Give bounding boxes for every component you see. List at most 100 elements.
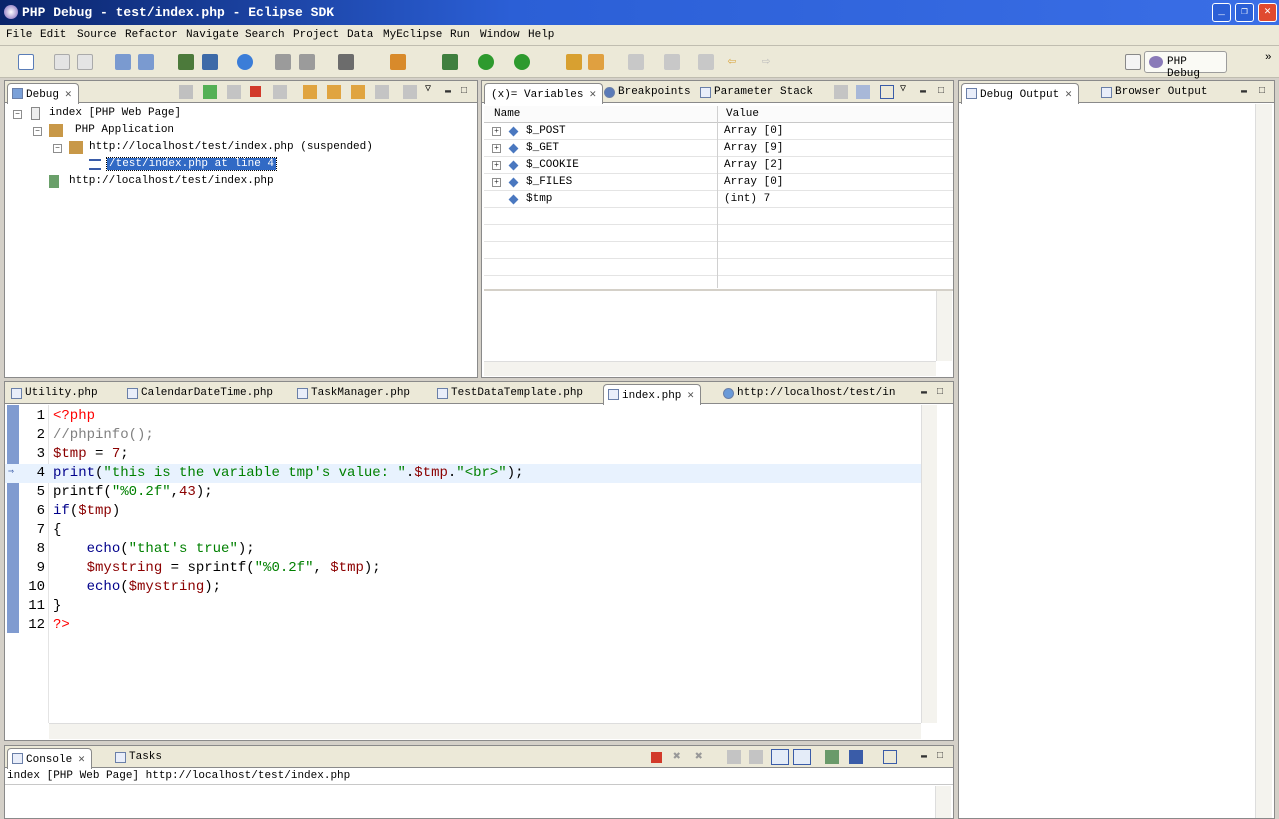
- close-icon[interactable]: ✕: [1065, 89, 1072, 101]
- drop-to-frame-icon[interactable]: [375, 85, 389, 99]
- new-icon[interactable]: [18, 54, 34, 70]
- menu-project[interactable]: Project: [293, 29, 339, 41]
- step-over-icon[interactable]: [327, 85, 341, 99]
- clear-console-icon[interactable]: [727, 750, 741, 764]
- last-edit-icon[interactable]: [698, 54, 714, 70]
- deploy-icon[interactable]: [178, 54, 194, 70]
- suspend-icon[interactable]: [227, 85, 241, 99]
- detail-pane[interactable]: [484, 291, 936, 361]
- show-logical-structure-icon[interactable]: [856, 85, 870, 99]
- tab-tasks[interactable]: Tasks: [111, 748, 168, 768]
- menu-edit[interactable]: Edit: [40, 29, 66, 41]
- column-header-value[interactable]: Value: [726, 106, 759, 123]
- menu-data[interactable]: Data: [347, 29, 373, 41]
- tab-debug[interactable]: Debug ✕: [7, 83, 79, 104]
- code-line[interactable]: 5 printf("%0.2f",43);: [5, 483, 935, 502]
- forward-arrow-icon[interactable]: ⇨: [758, 54, 774, 70]
- menu-run[interactable]: Run: [450, 29, 470, 41]
- menu-refactor[interactable]: Refactor: [125, 29, 178, 41]
- tab-debug-output[interactable]: Debug Output ✕: [961, 83, 1079, 104]
- expand-toggle-icon[interactable]: +: [492, 161, 501, 170]
- expand-toggle-icon[interactable]: +: [492, 144, 501, 153]
- code-line[interactable]: 11}: [5, 597, 935, 616]
- prev-annotation-icon[interactable]: [664, 54, 680, 70]
- maximize-view-icon[interactable]: □: [937, 387, 943, 398]
- perspective-switcher[interactable]: PHP Debug: [1144, 51, 1227, 80]
- editor-horizontal-scrollbar[interactable]: [49, 723, 921, 739]
- collapse-all-icon[interactable]: [880, 85, 894, 99]
- tab-calendardatetime-php[interactable]: CalendarDateTime.php: [123, 384, 279, 404]
- console-vertical-scrollbar[interactable]: [935, 786, 951, 818]
- menu-help[interactable]: Help: [528, 29, 554, 41]
- chevron-more-icon[interactable]: »: [1265, 52, 1272, 64]
- detail-vertical-scrollbar[interactable]: [936, 291, 952, 361]
- open-perspective-icon[interactable]: [1125, 54, 1141, 70]
- collapse-toggle-icon[interactable]: −: [33, 127, 42, 136]
- disconnect-icon[interactable]: [273, 85, 287, 99]
- code-line[interactable]: 2//phpinfo();: [5, 426, 935, 445]
- tab-variables[interactable]: (x)= Variables ✕: [484, 83, 604, 104]
- remove-terminated-icon[interactable]: [179, 85, 193, 99]
- terminate-icon[interactable]: [250, 86, 261, 97]
- external-tools-icon[interactable]: [514, 54, 530, 70]
- tree-item-stack-frame[interactable]: /test/index.php at line 4: [89, 156, 278, 173]
- menu-myeclipse[interactable]: MyEclipse: [383, 29, 442, 41]
- scroll-lock-icon[interactable]: [749, 750, 763, 764]
- remove-all-terminated-icon[interactable]: ✖: [695, 749, 703, 764]
- tab-browser-output[interactable]: Browser Output: [1097, 83, 1213, 103]
- minimize-view-icon[interactable]: ▬: [921, 751, 927, 762]
- code-line[interactable]: 7{: [5, 521, 935, 540]
- code-line[interactable]: 1 <?php: [5, 407, 935, 426]
- maximize-view-icon[interactable]: □: [938, 86, 944, 97]
- maximize-view-icon[interactable]: □: [937, 751, 943, 762]
- table-row[interactable]: + $_COOKIE Array [2]: [484, 157, 953, 174]
- tab-index-php[interactable]: index.php ✕: [603, 384, 702, 405]
- tab-parameter-stack[interactable]: Parameter Stack: [696, 83, 819, 103]
- code-line[interactable]: 3 $tmp = 7;: [5, 445, 935, 464]
- back-arrow-icon[interactable]: ⇦: [724, 54, 740, 70]
- server-icon[interactable]: [202, 54, 218, 70]
- step-filters-icon[interactable]: [403, 85, 417, 99]
- step-into-icon[interactable]: [303, 85, 317, 99]
- close-icon[interactable]: ✕: [589, 89, 596, 101]
- expand-toggle-icon[interactable]: +: [492, 127, 501, 136]
- close-icon[interactable]: ✕: [78, 754, 85, 766]
- maximize-view-icon[interactable]: □: [461, 86, 467, 97]
- table-row[interactable]: + $_GET Array [9]: [484, 140, 953, 157]
- code-line[interactable]: 6 if($tmp): [5, 502, 935, 521]
- table-row[interactable]: $tmp (int) 7: [484, 191, 953, 208]
- tree-item-process[interactable]: http://localhost/test/index.php: [49, 173, 274, 190]
- detail-horizontal-scrollbar[interactable]: [484, 361, 936, 376]
- remove-launch-icon[interactable]: ✖: [673, 749, 681, 764]
- show-console-stderr-icon[interactable]: [793, 749, 811, 765]
- menu-navigate[interactable]: Navigate: [186, 29, 239, 41]
- tab-console[interactable]: Console ✕: [7, 748, 92, 769]
- menu-search[interactable]: Search: [245, 29, 285, 41]
- open-type-icon[interactable]: [566, 54, 582, 70]
- table-row[interactable]: + $_POST Array [0]: [484, 123, 953, 140]
- minimize-view-icon[interactable]: ▬: [920, 86, 926, 97]
- camera-icon[interactable]: [338, 54, 354, 70]
- tab-utility-php[interactable]: Utility.php: [7, 384, 104, 404]
- maximize-view-icon[interactable]: □: [1259, 86, 1265, 97]
- table-row[interactable]: + $_FILES Array [0]: [484, 174, 953, 191]
- collapse-toggle-icon[interactable]: −: [13, 110, 22, 119]
- menu-source[interactable]: Source: [77, 29, 117, 41]
- tab-taskmanager-php[interactable]: TaskManager.php: [293, 384, 416, 404]
- output-vertical-scrollbar[interactable]: [1255, 104, 1272, 818]
- view-menu-icon[interactable]: ▽: [900, 83, 906, 95]
- new-php-project-icon[interactable]: [115, 54, 131, 70]
- browser-icon[interactable]: [237, 54, 253, 70]
- open-resource-icon[interactable]: [588, 54, 604, 70]
- new-php-file-icon[interactable]: [138, 54, 154, 70]
- code-line[interactable]: 9 $mystring = sprintf("%0.2f", $tmp);: [5, 559, 935, 578]
- menu-window[interactable]: Window: [480, 29, 520, 41]
- minimize-view-icon[interactable]: ▬: [921, 387, 927, 398]
- debug-bug-icon[interactable]: [442, 54, 458, 70]
- minimize-view-icon[interactable]: ▬: [1241, 86, 1247, 97]
- pin-console-icon[interactable]: [825, 750, 839, 764]
- print-icon[interactable]: [77, 54, 93, 70]
- tab-testdatatemplate-php[interactable]: TestDataTemplate.php: [433, 384, 589, 404]
- tools-icon[interactable]: [390, 54, 406, 70]
- close-button[interactable]: ✕: [1258, 3, 1277, 22]
